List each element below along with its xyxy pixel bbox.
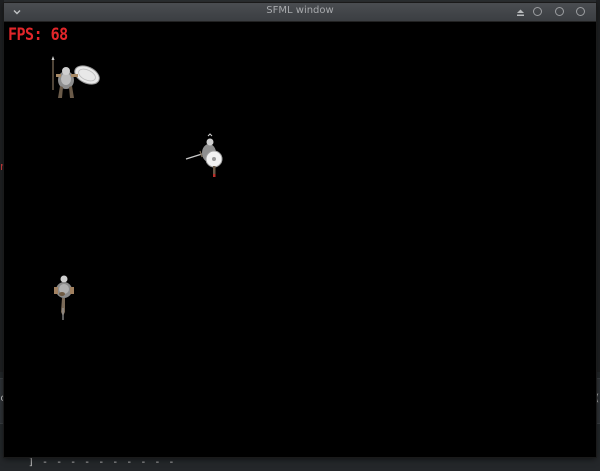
knight-sprite [185,133,223,177]
soldier-sprite [54,275,74,320]
window-title: SFML window [266,5,334,16]
window-shade-button[interactable] [514,5,526,19]
fps-counter: FPS: 68 [8,23,68,45]
knight-with-shield-and-sword[interactable] [184,132,234,182]
minimize-button[interactable] [533,7,542,16]
knight-with-round-shield[interactable] [44,56,104,104]
close-button[interactable] [576,7,585,16]
game-canvas[interactable]: FPS: 68 [4,22,596,457]
knight-sprite [51,56,100,98]
desktop: n c ( ] - - - - - - - - - - SFML window … [0,0,600,471]
window-titlebar[interactable]: SFML window [4,3,596,22]
eject-icon [516,9,524,16]
sfml-window[interactable]: SFML window FPS: 68 [4,3,596,457]
background-terminal-line: ] - - - - - - - - - - [28,457,176,468]
footsoldier[interactable] [48,272,82,324]
maximize-button[interactable] [555,7,564,16]
